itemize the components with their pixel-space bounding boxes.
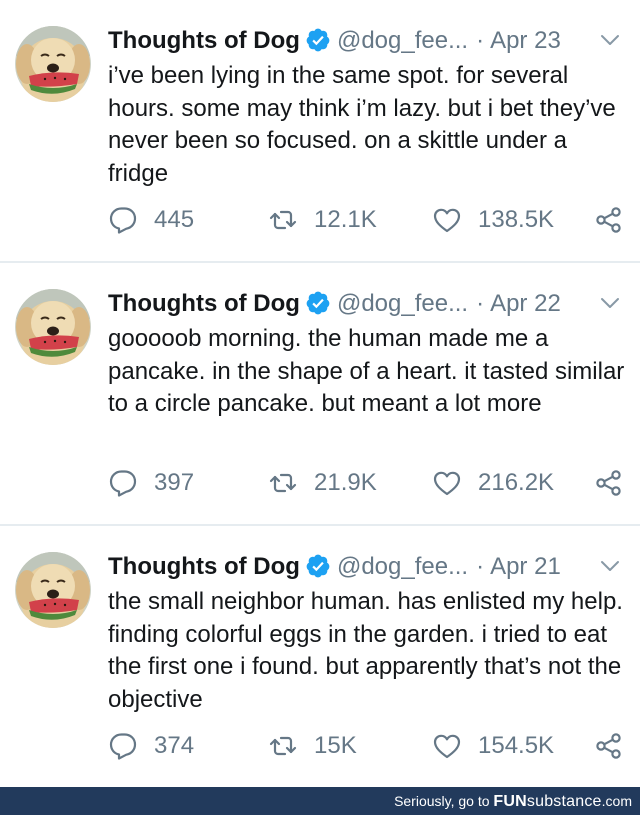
tweet[interactable]: Thoughts of Dog @dog_fee... · Apr 23 i’ve b… (0, 0, 640, 262)
tweet-actions: 374 15K 154.5K (0, 724, 640, 768)
tweet-date[interactable]: Apr 21 (490, 553, 561, 580)
tweet-header: Thoughts of Dog @dog_fee... · Apr 21 (108, 550, 628, 584)
tweet-actions: 445 12.1K 138.5K (0, 198, 640, 242)
like-button[interactable]: 216.2K (432, 461, 554, 505)
retweet-button[interactable]: 21.9K (268, 461, 377, 505)
share-icon (594, 731, 624, 761)
dog-avatar-icon (15, 552, 91, 628)
verified-badge-icon (305, 27, 331, 53)
tweet-header: Thoughts of Dog @dog_fee... · Apr 22 (108, 287, 628, 321)
share-icon (594, 205, 624, 235)
retweet-count: 21.9K (314, 469, 377, 496)
retweet-icon (268, 468, 298, 498)
retweet-count: 12.1K (314, 206, 377, 233)
retweet-button[interactable]: 15K (268, 724, 357, 768)
heart-icon (432, 205, 462, 235)
reply-button[interactable]: 397 (108, 461, 194, 505)
reply-count: 374 (154, 732, 195, 759)
like-count: 154.5K (478, 732, 555, 759)
reply-icon (108, 468, 138, 498)
tweet-text: i’ve been lying in the same spot. for se… (108, 62, 616, 187)
watermark-footer: Seriously, go to FUNsubstance.com (0, 787, 640, 815)
avatar[interactable] (15, 26, 91, 102)
retweet-icon (268, 731, 298, 761)
dog-avatar-icon (15, 26, 91, 102)
separator-dot: · (476, 27, 485, 54)
watermark-brand-bold: FUN (493, 793, 527, 810)
author-handle[interactable]: @dog_fee... (337, 27, 468, 54)
tweet-text: gooooob morning. the human made me a pan… (108, 325, 625, 417)
reply-count: 397 (154, 469, 195, 496)
reply-count: 445 (154, 206, 195, 233)
watermark-suffix: .com (601, 793, 632, 809)
separator-dot: · (476, 553, 485, 580)
share-button[interactable] (594, 461, 624, 505)
tweet[interactable]: Thoughts of Dog @dog_fee... · Apr 21 the sm… (0, 526, 640, 787)
like-button[interactable]: 154.5K (432, 724, 554, 768)
chevron-down-icon[interactable] (598, 554, 622, 578)
author-handle[interactable]: @dog_fee... (337, 553, 468, 580)
retweet-icon (268, 205, 298, 235)
tweet-text: the small neighbor human. has enlisted m… (108, 588, 623, 713)
timeline: Thoughts of Dog @dog_fee... · Apr 23 i’ve b… (0, 0, 640, 787)
tweet-header: Thoughts of Dog @dog_fee... · Apr 23 (108, 24, 628, 58)
author-handle[interactable]: @dog_fee... (337, 290, 468, 317)
like-button[interactable]: 138.5K (432, 198, 554, 242)
retweet-count: 15K (314, 732, 357, 759)
tweet-date[interactable]: Apr 23 (490, 27, 561, 54)
author-name[interactable]: Thoughts of Dog (108, 553, 300, 580)
watermark-brand-rest: substance (526, 793, 602, 810)
share-button[interactable] (594, 724, 624, 768)
share-button[interactable] (594, 198, 624, 242)
retweet-button[interactable]: 12.1K (268, 198, 377, 242)
heart-icon (432, 468, 462, 498)
reply-button[interactable]: 445 (108, 198, 194, 242)
chevron-down-icon[interactable] (598, 28, 622, 52)
dog-avatar-icon (15, 289, 91, 365)
like-count: 216.2K (478, 469, 555, 496)
separator-dot: · (476, 290, 485, 317)
share-icon (594, 468, 624, 498)
like-count: 138.5K (478, 206, 555, 233)
avatar[interactable] (15, 289, 91, 365)
reply-button[interactable]: 374 (108, 724, 194, 768)
chevron-down-icon[interactable] (598, 291, 622, 315)
tweet-actions: 397 21.9K 216.2K (0, 461, 640, 505)
avatar[interactable] (15, 552, 91, 628)
author-name[interactable]: Thoughts of Dog (108, 27, 300, 54)
author-name[interactable]: Thoughts of Dog (108, 290, 300, 317)
heart-icon (432, 731, 462, 761)
tweet-date[interactable]: Apr 22 (490, 290, 561, 317)
verified-badge-icon (305, 553, 331, 579)
watermark-prefix: Seriously, go to (394, 793, 490, 809)
reply-icon (108, 731, 138, 761)
watermark-text: Seriously, go to FUNsubstance.com (394, 787, 632, 815)
tweet[interactable]: Thoughts of Dog @dog_fee... · Apr 22 gooooo… (0, 263, 640, 525)
verified-badge-icon (305, 290, 331, 316)
reply-icon (108, 205, 138, 235)
